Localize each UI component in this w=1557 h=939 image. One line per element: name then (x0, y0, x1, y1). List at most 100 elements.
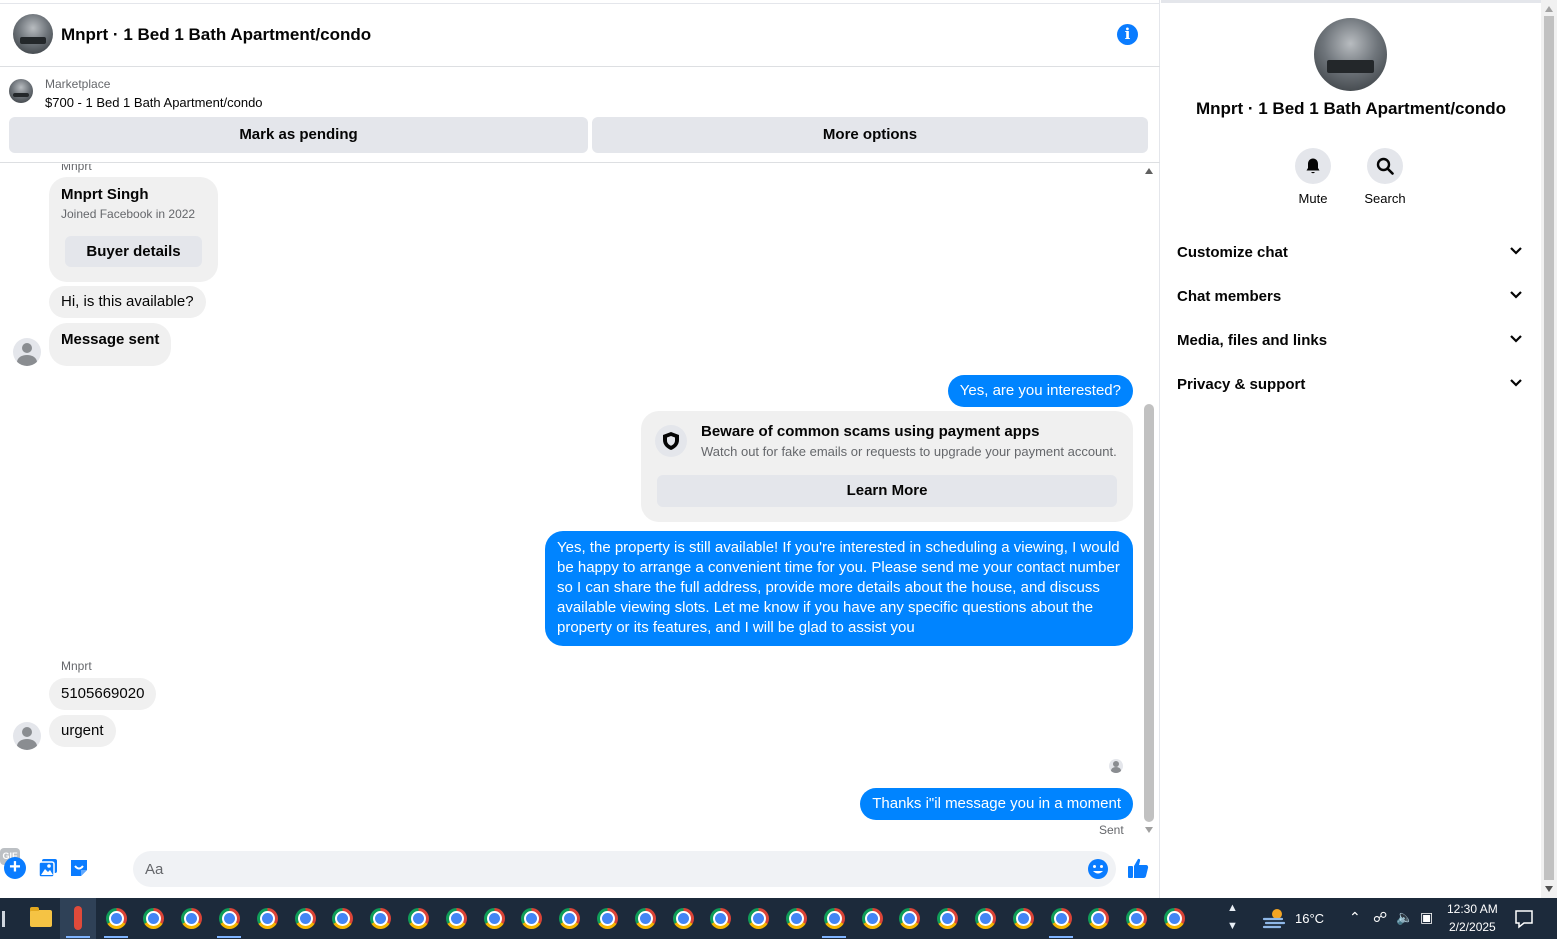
chrome-logo-icon (937, 908, 958, 929)
scroll-down-arrow[interactable] (1145, 827, 1153, 833)
more-options-button[interactable]: More options (592, 117, 1148, 153)
outgoing-message[interactable]: Thanks i"il message you in a moment (860, 788, 1133, 820)
snipping-tool-icon[interactable] (60, 898, 96, 939)
chrome-icon[interactable] (702, 898, 738, 939)
listing-thumbnail[interactable] (9, 79, 33, 103)
weather-icon[interactable] (1262, 907, 1286, 929)
chrome-icon[interactable] (778, 898, 814, 939)
scroll-up-arrow[interactable] (1145, 168, 1153, 174)
chrome-icon[interactable] (627, 898, 663, 939)
page-scrollbar[interactable] (1541, 0, 1557, 898)
chrome-icon[interactable] (967, 898, 1003, 939)
outgoing-message[interactable]: Yes, the property is still available! If… (545, 531, 1133, 646)
chrome-icon[interactable] (665, 898, 701, 939)
clock-time[interactable]: 12:30 AM (1447, 902, 1498, 916)
chrome-icon[interactable] (513, 898, 549, 939)
chrome-icon[interactable] (438, 898, 474, 939)
emoji-icon[interactable] (1087, 858, 1109, 880)
message-input[interactable] (133, 851, 1116, 887)
chrome-icon[interactable] (98, 898, 134, 939)
chrome-icon[interactable] (589, 898, 625, 939)
chrome-icon[interactable] (1005, 898, 1041, 939)
listing-title[interactable]: $700 - 1 Bed 1 Bath Apartment/condo (45, 95, 263, 110)
chrome-logo-icon (559, 908, 580, 929)
buyer-avatar[interactable] (13, 338, 41, 366)
photo-icon[interactable] (37, 857, 59, 879)
display-icon[interactable]: ▣ (1420, 910, 1433, 926)
chrome-logo-icon (597, 908, 618, 929)
network-icon[interactable]: ☍ (1373, 910, 1387, 926)
outgoing-message[interactable]: Yes, are you interested? (947, 375, 1133, 407)
incoming-message[interactable]: 5105669020 (49, 678, 157, 710)
file-explorer-icon[interactable] (22, 898, 58, 939)
chrome-logo-icon (370, 908, 391, 929)
chrome-icon[interactable] (816, 898, 852, 939)
chrome-logo-icon (332, 908, 353, 929)
buyer-joined: Joined Facebook in 2022 (61, 207, 196, 221)
chrome-icon[interactable] (551, 898, 587, 939)
tray-overflow-icon[interactable]: ⌃ (1349, 910, 1361, 926)
chrome-icon[interactable] (740, 898, 776, 939)
buyer-avatar[interactable] (13, 722, 41, 750)
chrome-icon[interactable] (1156, 898, 1192, 939)
message-composer: + GIF (0, 848, 1160, 890)
chrome-logo-icon (975, 908, 996, 929)
section-customize-chat[interactable]: Customize chat (1161, 230, 1541, 274)
chat-title[interactable]: Mnprt · 1 Bed 1 Bath Apartment/condo (61, 25, 371, 45)
volume-icon[interactable]: 🔈 (1396, 910, 1413, 926)
mute-button[interactable]: Mute (1283, 148, 1343, 206)
chrome-icon[interactable] (324, 898, 360, 939)
info-icon[interactable]: i (1117, 24, 1138, 45)
panel-avatar[interactable] (1314, 18, 1387, 91)
chrome-logo-icon (1013, 908, 1034, 929)
chrome-icon[interactable] (211, 898, 247, 939)
chrome-icon[interactable] (1043, 898, 1079, 939)
chrome-logo-icon (710, 908, 731, 929)
learn-more-button[interactable]: Learn More (657, 475, 1117, 507)
scrollbar-thumb[interactable] (1144, 404, 1154, 822)
section-label: Privacy & support (1177, 376, 1306, 393)
chrome-icon[interactable] (1118, 898, 1154, 939)
chrome-icon[interactable] (476, 898, 512, 939)
chrome-icon[interactable] (891, 898, 927, 939)
folder-icon (30, 907, 52, 927)
chevron-down-icon (1510, 247, 1522, 255)
section-chat-members[interactable]: Chat members (1161, 274, 1541, 318)
notification-icon[interactable] (1514, 909, 1534, 929)
chevron-down-icon[interactable]: ▼ (1227, 920, 1238, 932)
incoming-message[interactable]: urgent (49, 715, 116, 747)
chrome-icon[interactable] (1080, 898, 1116, 939)
chrome-logo-icon (181, 908, 202, 929)
chrome-icon[interactable] (173, 898, 209, 939)
incoming-message[interactable]: Hi, is this available? (49, 286, 206, 318)
sticker-icon[interactable] (68, 857, 90, 879)
chevron-up-icon[interactable]: ▲ (1227, 902, 1238, 914)
chrome-icon[interactable] (249, 898, 285, 939)
scroll-down-arrow[interactable] (1545, 886, 1553, 892)
weather-temperature[interactable]: 16°C (1295, 911, 1324, 926)
chrome-icon[interactable] (400, 898, 436, 939)
chrome-icon[interactable] (854, 898, 890, 939)
message-scrollbar[interactable] (1142, 164, 1156, 840)
message-list[interactable]: Mnprt Mnprt Singh Joined Facebook in 202… (0, 164, 1142, 840)
chrome-icon[interactable] (287, 898, 323, 939)
scroll-up-arrow[interactable] (1545, 6, 1553, 12)
chrome-logo-icon (257, 908, 278, 929)
chrome-icon[interactable] (135, 898, 171, 939)
plus-icon[interactable]: + (4, 857, 26, 879)
sender-name: Mnprt (61, 164, 92, 173)
section-privacy-support[interactable]: Privacy & support (1161, 362, 1541, 406)
incoming-message[interactable]: Message sent (49, 323, 172, 366)
search-button[interactable]: Search (1355, 148, 1415, 206)
scrollbar-thumb[interactable] (1544, 16, 1554, 880)
mark-as-pending-button[interactable]: Mark as pending (9, 117, 588, 153)
listing-avatar[interactable] (13, 14, 53, 54)
buyer-details-button[interactable]: Buyer details (65, 236, 202, 267)
section-media-files-links[interactable]: Media, files and links (1161, 318, 1541, 362)
like-icon[interactable] (1126, 856, 1150, 880)
clock-date[interactable]: 2/2/2025 (1449, 920, 1496, 934)
chrome-icon[interactable] (362, 898, 398, 939)
buyer-profile-card: Mnprt Singh Joined Facebook in 2022 Buye… (49, 177, 218, 282)
buyer-name[interactable]: Mnprt Singh (61, 186, 148, 203)
chrome-icon[interactable] (929, 898, 965, 939)
